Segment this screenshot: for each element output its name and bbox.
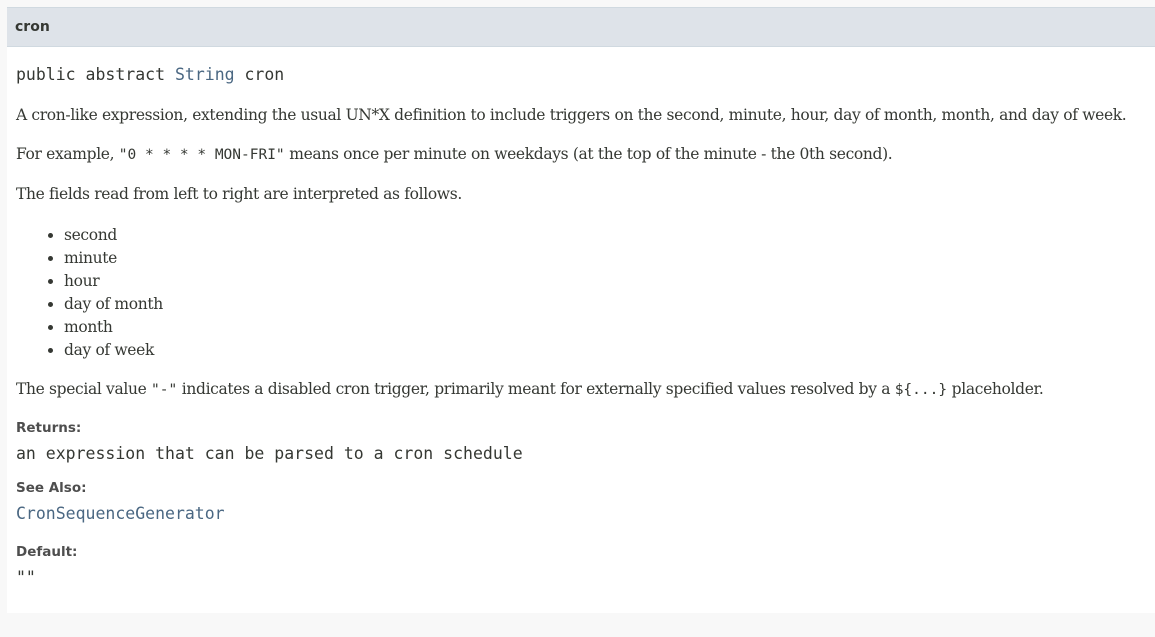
list-item: hour	[64, 270, 163, 293]
list-item: day of week	[64, 339, 163, 362]
list-item: month	[64, 316, 163, 339]
list-item: second	[64, 224, 163, 247]
example-code: "0 * * * * MON-FRI"	[118, 147, 285, 163]
string-type-link[interactable]: String	[175, 65, 235, 84]
member-signature: public abstract String cron	[16, 65, 284, 84]
special-value-note: The special value "-" indicates a disabl…	[16, 380, 1044, 398]
fields-intro: The fields read from left to right are i…	[16, 185, 462, 203]
description-intro: A cron-like expression, extending the us…	[16, 106, 1127, 124]
signature-name: cron	[234, 65, 285, 84]
member-header: cron	[7, 7, 1155, 47]
cron-sequence-generator-link[interactable]: CronSequenceGenerator	[16, 504, 225, 523]
example-prefix: For example,	[16, 145, 119, 163]
member-detail-panel: cron public abstract String cron A cron-…	[7, 7, 1155, 613]
example-suffix: means once per minute on weekdays (at th…	[284, 145, 893, 163]
default-value: ""	[16, 568, 36, 587]
special-suffix: placeholder.	[947, 380, 1044, 398]
description-example: For example, "0 * * * * MON-FRI" means o…	[16, 145, 893, 163]
default-label: Default:	[16, 544, 78, 560]
returns-label: Returns:	[16, 420, 82, 436]
signature-modifiers: public abstract	[16, 65, 175, 84]
special-code: "-"	[150, 382, 178, 398]
member-name: cron	[15, 19, 50, 35]
list-item: minute	[64, 247, 163, 270]
special-middle: indicates a disabled cron trigger, prima…	[177, 380, 895, 398]
special-prefix: The special value	[16, 380, 151, 398]
returns-value: an expression that can be parsed to a cr…	[16, 444, 523, 463]
list-item: day of month	[64, 293, 163, 316]
see-also-label: See Also:	[16, 480, 87, 496]
placeholder-code: ${...}	[894, 382, 948, 398]
field-list: second minute hour day of month month da…	[47, 224, 163, 362]
